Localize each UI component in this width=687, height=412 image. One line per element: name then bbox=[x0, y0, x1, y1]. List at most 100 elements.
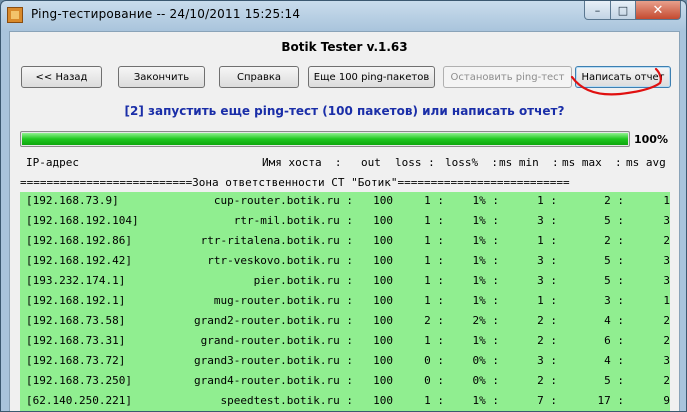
close-button[interactable]: ✕ bbox=[635, 1, 681, 20]
cell-max: 17 : bbox=[597, 394, 625, 407]
cell-lossp: 0% : bbox=[472, 354, 500, 367]
cell-ip: [192.168.192.1] bbox=[26, 294, 126, 307]
cell-loss: 0 : bbox=[424, 354, 444, 367]
zone-line: ==========================Зона ответстве… bbox=[20, 176, 570, 189]
cell-avg: 2 bbox=[663, 374, 670, 387]
back-button[interactable]: << Назад bbox=[21, 66, 102, 88]
cell-host: mug-router.botik.ru : bbox=[213, 294, 353, 307]
cell-min: 7 : bbox=[537, 394, 557, 407]
ping-results-table[interactable]: IP-адрес Имя хоста : out loss : loss% : … bbox=[20, 152, 672, 411]
app-icon bbox=[7, 7, 23, 23]
cell-lossp: 0% : bbox=[472, 374, 500, 387]
cell-min: 3 : bbox=[537, 354, 557, 367]
title-bar[interactable]: Ping-тестирование -- 24/10/2011 15:25:14… bbox=[1, 1, 686, 31]
cell-host: grand-router.botik.ru : bbox=[200, 334, 353, 347]
cell-loss: 2 : bbox=[424, 314, 444, 327]
cell-ip: [192.168.73.31] bbox=[26, 334, 126, 347]
cell-host: rtr-veskovo.botik.ru : bbox=[207, 254, 353, 267]
cell-loss: 1 : bbox=[424, 334, 444, 347]
cell-min: 3 : bbox=[537, 214, 557, 227]
cell-max: 4 : bbox=[604, 314, 624, 327]
table-row[interactable]: [192.168.192.1] mug-router.botik.ru : 100 1… bbox=[20, 292, 670, 310]
close-icon: ✕ bbox=[652, 2, 664, 18]
col-ip: IP-адрес bbox=[26, 156, 79, 169]
table-row[interactable]: [192.168.192.104] rtr-mil.botik.ru : 100 1 … bbox=[20, 212, 670, 230]
cell-lossp: 1% : bbox=[472, 214, 500, 227]
progress-bar bbox=[20, 131, 630, 147]
cell-min: 1 : bbox=[537, 194, 557, 207]
zone-divider: ==========================Зона ответстве… bbox=[20, 176, 672, 192]
cell-out: 100 bbox=[373, 394, 393, 407]
table-row[interactable]: [62.140.250.221] speedtest.botik.ru : 100 1… bbox=[20, 392, 670, 410]
minimize-button[interactable]: – bbox=[584, 1, 611, 20]
cell-out: 100 bbox=[373, 314, 393, 327]
cell-lossp: 1% : bbox=[472, 334, 500, 347]
col-min: ms min : bbox=[499, 156, 559, 169]
cell-loss: 1 : bbox=[424, 214, 444, 227]
cell-host: pier.botik.ru : bbox=[253, 274, 353, 287]
cell-min: 3 : bbox=[537, 274, 557, 287]
maximize-icon: □ bbox=[617, 3, 629, 17]
cell-lossp: 1% : bbox=[472, 234, 500, 247]
table-header: IP-адрес Имя хоста : out loss : loss% : … bbox=[20, 156, 670, 172]
cell-avg: 9 bbox=[663, 394, 670, 407]
cell-ip: [62.140.250.221] bbox=[26, 394, 132, 407]
cell-out: 100 bbox=[373, 334, 393, 347]
col-avg: ms avg bbox=[626, 156, 666, 169]
write-report-button[interactable]: Написать отчет bbox=[575, 66, 671, 88]
cell-ip: [192.168.73.72] bbox=[26, 354, 126, 367]
cell-max: 2 : bbox=[604, 234, 624, 247]
progress-fill bbox=[22, 133, 628, 145]
table-row[interactable]: [192.168.73.72] grand3-router.botik.ru : 1… bbox=[20, 352, 670, 370]
cell-avg: 2 bbox=[663, 334, 670, 347]
help-button[interactable]: Справка bbox=[219, 66, 299, 88]
stop-ping-button[interactable]: Остановить ping-тест bbox=[443, 66, 572, 88]
maximize-button[interactable]: □ bbox=[610, 1, 636, 20]
app-title: Botik Tester v.1.63 bbox=[281, 40, 408, 54]
cell-loss: 1 : bbox=[424, 194, 444, 207]
progress-label: 100% bbox=[634, 133, 668, 146]
cell-ip: [192.168.73.58] bbox=[26, 314, 126, 327]
table-body: [192.168.73.9] cup-router.botik.ru : 100 1 … bbox=[20, 192, 670, 411]
cell-ip: [192.168.192.42] bbox=[26, 254, 132, 267]
cell-max: 5 : bbox=[604, 214, 624, 227]
cell-max: 5 : bbox=[604, 374, 624, 387]
cell-min: 1 : bbox=[537, 234, 557, 247]
cell-loss: 1 : bbox=[424, 274, 444, 287]
table-row[interactable]: [192.168.73.31] grand-router.botik.ru : 10… bbox=[20, 332, 670, 350]
table-row[interactable]: [192.168.73.250] grand4-router.botik.ru :… bbox=[20, 372, 670, 390]
prompt-text: [2] запустить еще ping-тест (100 пакетов… bbox=[124, 104, 565, 118]
cell-host: rtr-mil.botik.ru : bbox=[233, 214, 353, 227]
cell-max: 3 : bbox=[604, 294, 624, 307]
cell-ip: [193.232.174.1] bbox=[26, 274, 126, 287]
table-row[interactable]: [193.232.174.1] pier.botik.ru : 100 1 : 1% :… bbox=[20, 272, 670, 290]
app-window: Ping-тестирование -- 24/10/2011 15:25:14… bbox=[0, 0, 687, 412]
cell-loss: 1 : bbox=[424, 294, 444, 307]
cell-avg: 3 bbox=[663, 274, 670, 287]
cell-host: grand3-router.botik.ru : bbox=[194, 354, 353, 367]
col-out: out bbox=[361, 156, 381, 169]
table-row[interactable]: [192.168.73.58] grand2-router.botik.ru : 1… bbox=[20, 312, 670, 330]
table-row[interactable]: [192.168.73.9] cup-router.botik.ru : 100 1 … bbox=[20, 192, 670, 210]
client-area: Botik Tester v.1.63 << Назад Закончить С… bbox=[9, 31, 680, 411]
cell-min: 1 : bbox=[537, 294, 557, 307]
cell-host: speedtest.botik.ru : bbox=[220, 394, 353, 407]
finish-button[interactable]: Закончить bbox=[118, 66, 205, 88]
cell-out: 100 bbox=[373, 234, 393, 247]
cell-lossp: 1% : bbox=[472, 274, 500, 287]
cell-ip: [192.168.73.9] bbox=[26, 194, 119, 207]
cell-max: 2 : bbox=[604, 194, 624, 207]
cell-min: 3 : bbox=[537, 254, 557, 267]
cell-out: 100 bbox=[373, 274, 393, 287]
table-row[interactable]: [192.168.192.86] rtr-ritalena.botik.ru : 1… bbox=[20, 232, 670, 250]
cell-host: grand4-router.botik.ru : bbox=[194, 374, 353, 387]
cell-out: 100 bbox=[373, 214, 393, 227]
cell-avg: 2 bbox=[663, 314, 670, 327]
table-row[interactable]: [192.168.192.42] rtr-veskovo.botik.ru : 10… bbox=[20, 252, 670, 270]
more-ping-button[interactable]: Еще 100 ping-пакетов bbox=[308, 66, 435, 88]
cell-out: 100 bbox=[373, 374, 393, 387]
cell-max: 6 : bbox=[604, 334, 624, 347]
col-loss: loss : bbox=[395, 156, 435, 169]
cell-lossp: 2% : bbox=[472, 314, 500, 327]
cell-lossp: 1% : bbox=[472, 394, 500, 407]
